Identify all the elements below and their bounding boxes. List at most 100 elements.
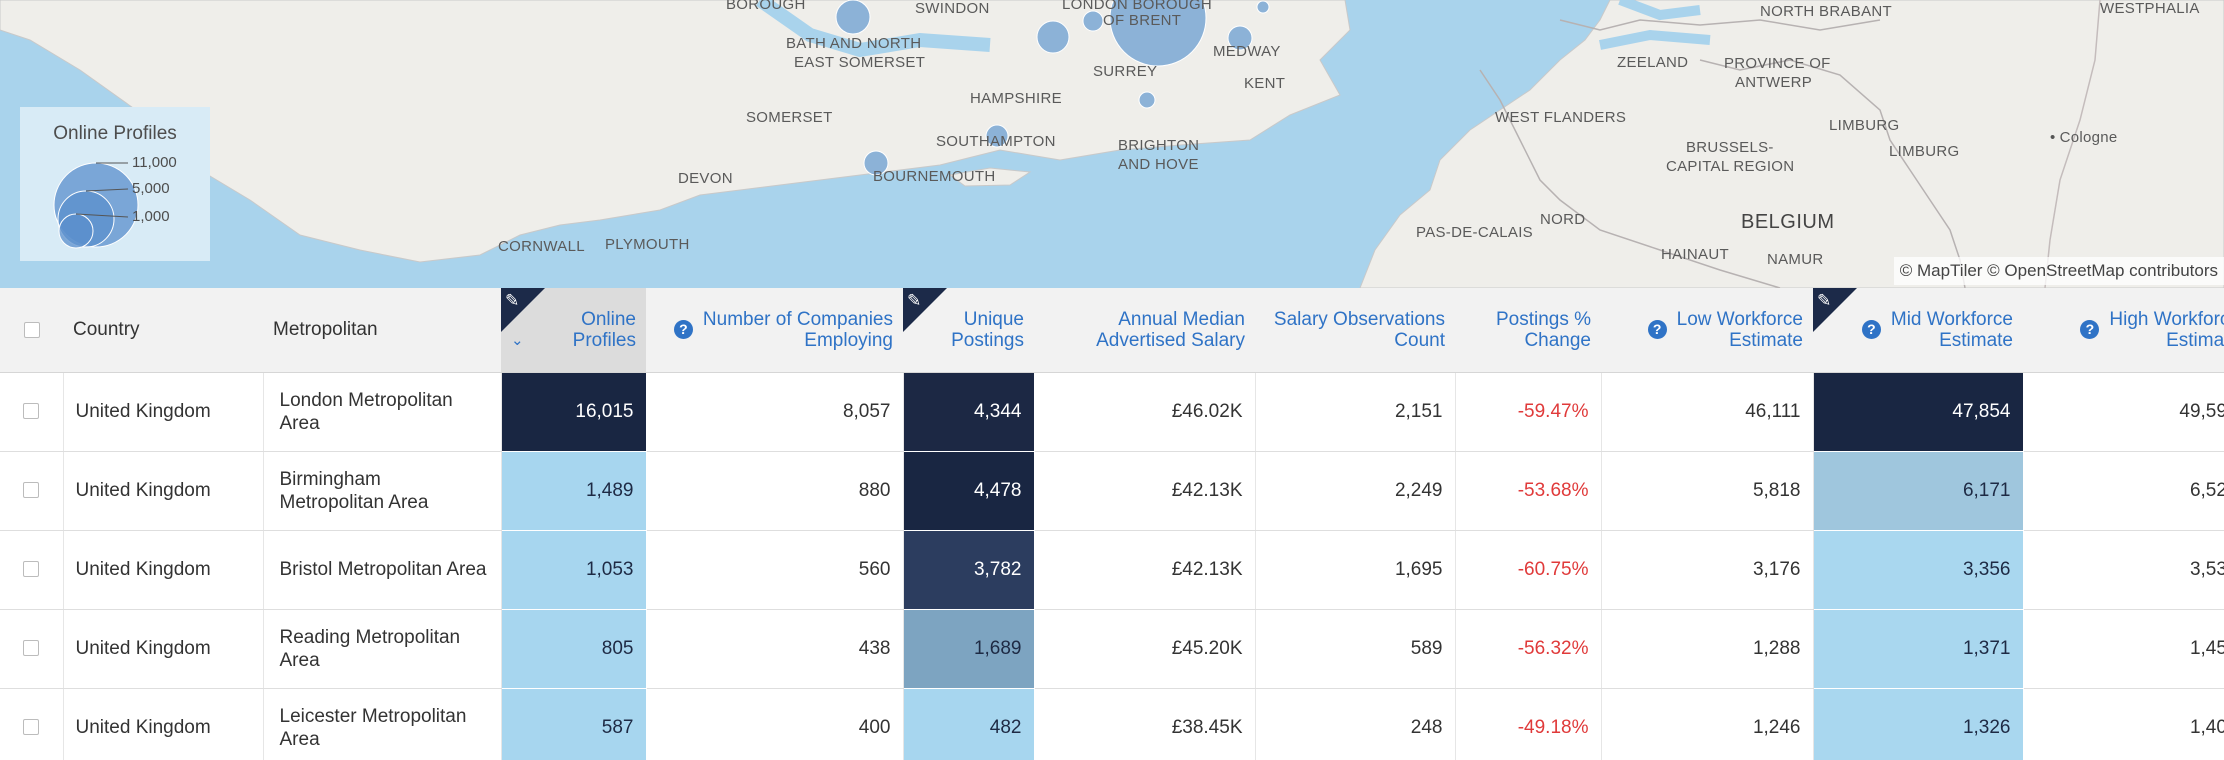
cell-metropolitan: London Metropolitan Area [263, 372, 502, 452]
map-label-surrey: SURREY [1093, 63, 1158, 80]
cell-companies: 560 [646, 530, 904, 610]
cell-online-profiles: 587 [501, 688, 647, 760]
table-row[interactable]: United Kingdom London Metropolitan Area 16… [0, 372, 2224, 452]
map-label-west-flanders: WEST FLANDERS [1495, 109, 1627, 126]
cell-salary-observations: 2,151 [1255, 372, 1456, 452]
metro-table: Country Metropolitan ✎ ⌄ Online Profiles … [0, 288, 2224, 760]
col-header-high-workforce[interactable]: ? High WorkforceEstimate [2023, 288, 2224, 373]
map-label-bournemouth: BOURNEMOUTH [873, 168, 996, 185]
legend-bubbles [53, 162, 139, 249]
cell-unique-postings: 1,689 [903, 609, 1035, 689]
col-header-salary-observations[interactable]: Salary Observations Count [1255, 288, 1455, 373]
table-row[interactable]: United Kingdom Reading Metropolitan Area 8… [0, 609, 2224, 689]
checkbox-icon[interactable] [23, 561, 40, 578]
col-header-online-profiles[interactable]: ✎ ⌄ Online Profiles [501, 288, 646, 373]
checkbox-icon[interactable] [23, 719, 40, 736]
cell-companies: 8,057 [646, 372, 904, 452]
map-label-kent: KENT [1244, 75, 1286, 92]
cell-salary: £42.13K [1034, 451, 1256, 531]
help-icon[interactable]: ? [2080, 320, 2100, 340]
cell-high-workforce: 3,536 [2023, 530, 2224, 610]
cell-companies: 400 [646, 688, 904, 760]
cell-mid-workforce: 6,171 [1813, 451, 2024, 531]
cell-mid-workforce: 3,356 [1813, 530, 2024, 610]
map-attribution[interactable]: © MapTiler © OpenStreetMap contributors [1893, 257, 2224, 285]
col-header-postings-change[interactable]: Postings % Change [1455, 288, 1601, 373]
col-header-companies[interactable]: ? Number of Companies Employing [646, 288, 903, 373]
cell-postings-change: -56.32% [1455, 609, 1602, 689]
checkbox-icon[interactable] [23, 482, 40, 499]
map-label-brussels-2: CAPITAL REGION [1666, 158, 1795, 175]
row-checkbox[interactable] [0, 451, 64, 531]
cell-salary: £46.02K [1034, 372, 1256, 452]
cell-unique-postings: 4,478 [903, 451, 1035, 531]
cell-country: United Kingdom [63, 451, 264, 531]
cell-low-workforce: 1,288 [1601, 609, 1814, 689]
col-header-metropolitan[interactable]: Metropolitan [263, 288, 501, 373]
col-header-salary[interactable]: Annual Median Advertised Salary [1034, 288, 1255, 373]
checkbox-icon[interactable] [23, 403, 40, 420]
cell-low-workforce: 5,818 [1601, 451, 1814, 531]
cell-high-workforce: 6,524 [2023, 451, 2224, 531]
pencil-icon: ✎ [505, 291, 520, 310]
cell-mid-workforce: 47,854 [1813, 372, 2024, 452]
col-header-mid-workforce[interactable]: ✎ ? Mid Workforce Estimate [1813, 288, 2023, 373]
header-row: Country Metropolitan ✎ ⌄ Online Profiles … [0, 288, 2224, 373]
checkbox-icon[interactable] [23, 640, 40, 657]
map-label-brighton-2: AND HOVE [1118, 156, 1199, 173]
cell-mid-workforce: 1,326 [1813, 688, 2024, 760]
table-row[interactable]: United Kingdom Birmingham Metropolitan Ar… [0, 451, 2224, 531]
cell-online-profiles: 805 [501, 609, 647, 689]
help-icon[interactable]: ? [673, 320, 693, 340]
cell-high-workforce: 1,454 [2023, 609, 2224, 689]
col-header-unique-postings[interactable]: ✎ Unique Postings [903, 288, 1034, 373]
map-label-medway: MEDWAY [1213, 43, 1281, 60]
help-icon[interactable]: ? [1861, 320, 1881, 340]
cell-country: United Kingdom [63, 609, 264, 689]
table-row[interactable]: United Kingdom Leicester Metropolitan Are… [0, 688, 2224, 760]
cell-salary-observations: 248 [1255, 688, 1456, 760]
cell-country: United Kingdom [63, 688, 264, 760]
cell-postings-change: -49.18% [1455, 688, 1602, 760]
row-checkbox[interactable] [0, 372, 64, 452]
map-label-nord: NORD [1540, 211, 1586, 228]
map-label-plymouth: PLYMOUTH [605, 236, 690, 253]
cell-metropolitan: Bristol Metropolitan Area [263, 530, 502, 610]
select-all-checkbox[interactable] [0, 288, 63, 373]
map-label-southampton: SOUTHAMPTON [936, 133, 1056, 150]
cell-online-profiles: 1,053 [501, 530, 647, 610]
sort-desc-icon[interactable]: ⌄ [511, 330, 524, 351]
cell-companies: 880 [646, 451, 904, 531]
map-label-antwerp-1: PROVINCE OF [1724, 55, 1831, 72]
cell-online-profiles: 1,489 [501, 451, 647, 531]
map-panel[interactable]: BOROUGH SWINDON LONDON BOROUGH OF BRENT … [0, 0, 2224, 288]
col-header-country[interactable]: Country [63, 288, 263, 373]
cell-salary: £38.45K [1034, 688, 1256, 760]
cell-companies: 438 [646, 609, 904, 689]
row-checkbox[interactable] [0, 609, 64, 689]
table-row[interactable]: United Kingdom Bristol Metropolitan Area 1… [0, 530, 2224, 610]
col-header-low-workforce[interactable]: ? Low Workforce Estimate [1601, 288, 1813, 373]
map-label-antwerp-2: ANTWERP [1735, 74, 1813, 91]
map-label-belgium: BELGIUM [1741, 211, 1835, 233]
map-label-london-brent-2: OF BRENT [1103, 12, 1182, 29]
help-icon[interactable]: ? [1647, 320, 1667, 340]
cell-low-workforce: 46,111 [1601, 372, 1814, 452]
row-checkbox[interactable] [0, 530, 64, 610]
map-label-brussels-1: BRUSSELS- [1686, 139, 1774, 156]
legend-level-1: 11,000 [132, 154, 177, 171]
cell-salary-observations: 1,695 [1255, 530, 1456, 610]
cell-salary: £42.13K [1034, 530, 1256, 610]
cell-metropolitan: Reading Metropolitan Area [263, 609, 502, 689]
cell-salary-observations: 589 [1255, 609, 1456, 689]
cell-country: United Kingdom [63, 372, 264, 452]
cell-salary-observations: 2,249 [1255, 451, 1456, 531]
map-label-namur: NAMUR [1767, 251, 1824, 268]
map-label-westphalia: WESTPHALIA [2100, 0, 2200, 17]
map-label-cologne: Cologne [2050, 129, 2118, 147]
map-label-hampshire: HAMPSHIRE [970, 90, 1062, 107]
map-label-limburg-be: LIMBURG [1889, 143, 1960, 160]
cell-country: United Kingdom [63, 530, 264, 610]
row-checkbox[interactable] [0, 688, 64, 760]
cell-salary: £45.20K [1034, 609, 1256, 689]
